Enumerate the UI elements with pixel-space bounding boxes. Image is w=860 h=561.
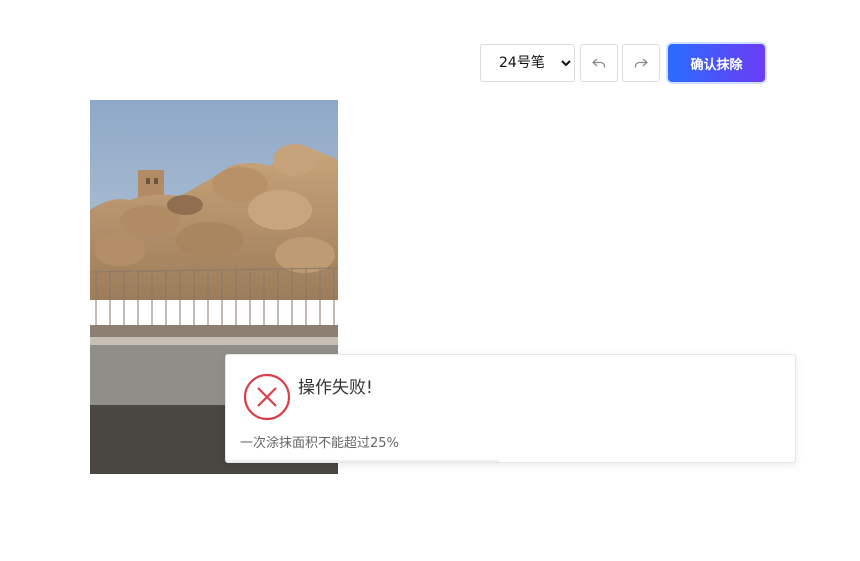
toast-timer-bar <box>226 460 500 462</box>
undo-icon <box>592 58 606 68</box>
toast-title: 操作失败! <box>298 378 373 398</box>
brush-size-select[interactable]: 24号笔 <box>480 44 575 82</box>
error-toast: 操作失败! 一次涂抹面积不能超过25% <box>225 354 796 463</box>
redo-icon <box>634 58 648 68</box>
confirm-erase-button[interactable]: 确认抹除 <box>668 44 765 82</box>
undo-button[interactable] <box>580 44 618 82</box>
redo-button[interactable] <box>622 44 660 82</box>
toast-message: 一次涂抹面积不能超过25% <box>240 436 399 451</box>
error-circle-icon <box>243 373 291 421</box>
